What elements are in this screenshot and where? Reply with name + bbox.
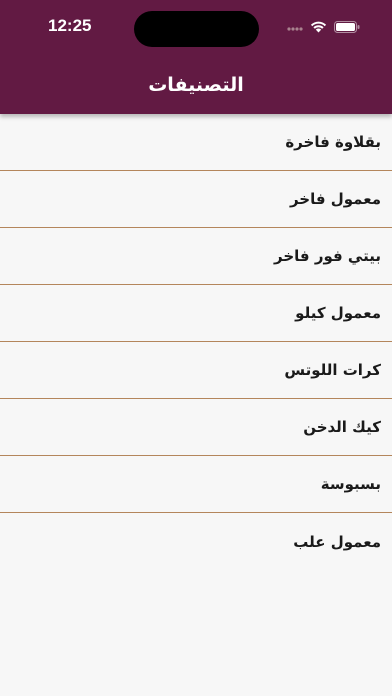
header-bar: 12:25 التصنيفات <box>0 0 392 114</box>
category-item[interactable]: معمول علب <box>0 513 392 570</box>
app-screen: 12:25 التصنيفات بقلاوة فاخرة معمول فاخر … <box>0 0 392 696</box>
dynamic-island <box>134 11 259 47</box>
category-item[interactable]: بسبوسة <box>0 456 392 513</box>
battery-icon <box>334 18 360 37</box>
wifi-icon <box>310 18 327 37</box>
category-item[interactable]: معمول كيلو <box>0 285 392 342</box>
category-label: معمول علب <box>293 532 381 551</box>
category-item[interactable]: معمول فاخر <box>0 171 392 228</box>
category-item[interactable]: كرات اللوتس <box>0 342 392 399</box>
category-label: معمول كيلو <box>295 304 381 322</box>
category-label: بيتي فور فاخر <box>274 247 381 265</box>
status-time: 12:25 <box>48 16 92 35</box>
category-item[interactable]: كيك الدخن <box>0 399 392 456</box>
category-label: كيك الدخن <box>303 418 381 436</box>
status-icons <box>287 18 360 37</box>
category-label: معمول فاخر <box>289 190 381 208</box>
category-list: بقلاوة فاخرة معمول فاخر بيتي فور فاخر مع… <box>0 114 392 570</box>
category-item[interactable]: بقلاوة فاخرة <box>0 114 392 171</box>
category-label: بسبوسة <box>320 475 381 493</box>
cellular-icon <box>287 18 303 37</box>
page-title: التصنيفات <box>148 74 244 96</box>
category-label: كرات اللوتس <box>284 361 381 379</box>
category-label: بقلاوة فاخرة <box>285 133 381 151</box>
category-item[interactable]: بيتي فور فاخر <box>0 228 392 285</box>
